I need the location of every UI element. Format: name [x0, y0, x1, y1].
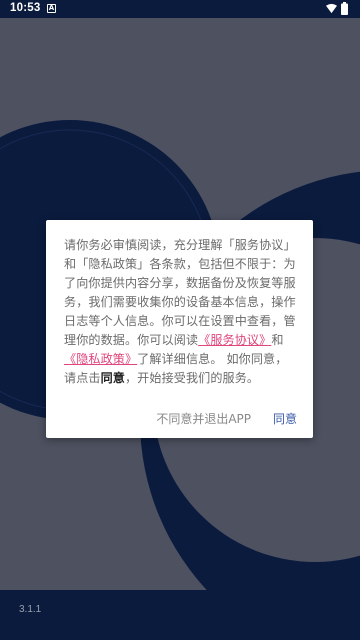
privacy-policy-link[interactable]: 《隐私政策》 [64, 352, 137, 366]
message-agree-emphasis: 同意 [100, 371, 125, 385]
wifi-icon [326, 3, 337, 14]
status-bar: 10:53 A [0, 0, 360, 18]
message-text-1: 请你务必审慎阅读，充分理解「服务协议」和「隐私政策」各条款，包括但不限于：为了向… [64, 238, 296, 347]
message-text-3: ，开始接受我们的服务。 [124, 371, 260, 385]
splash-screen: 10:53 A 请你务必审慎阅读，充分理解「服务协议」和「隐私政策」各条款，包括… [0, 0, 360, 640]
status-time: 10:53 [10, 2, 41, 14]
privacy-dialog: 请你务必审慎阅读，充分理解「服务协议」和「隐私政策」各条款，包括但不限于：为了向… [46, 220, 313, 438]
app-version: 3.1.1 [19, 604, 42, 615]
privacy-message: 请你务必审慎阅读，充分理解「服务协议」和「隐私政策」各条款，包括但不限于：为了向… [64, 236, 298, 388]
battery-icon [341, 2, 348, 15]
service-agreement-link[interactable]: 《服务协议》 [198, 333, 271, 347]
agree-button[interactable]: 同意 [273, 410, 297, 427]
message-and-text: 和 [271, 333, 284, 347]
notification-a-icon: A [47, 4, 56, 13]
decline-exit-button[interactable]: 不同意并退出APP [156, 410, 251, 427]
